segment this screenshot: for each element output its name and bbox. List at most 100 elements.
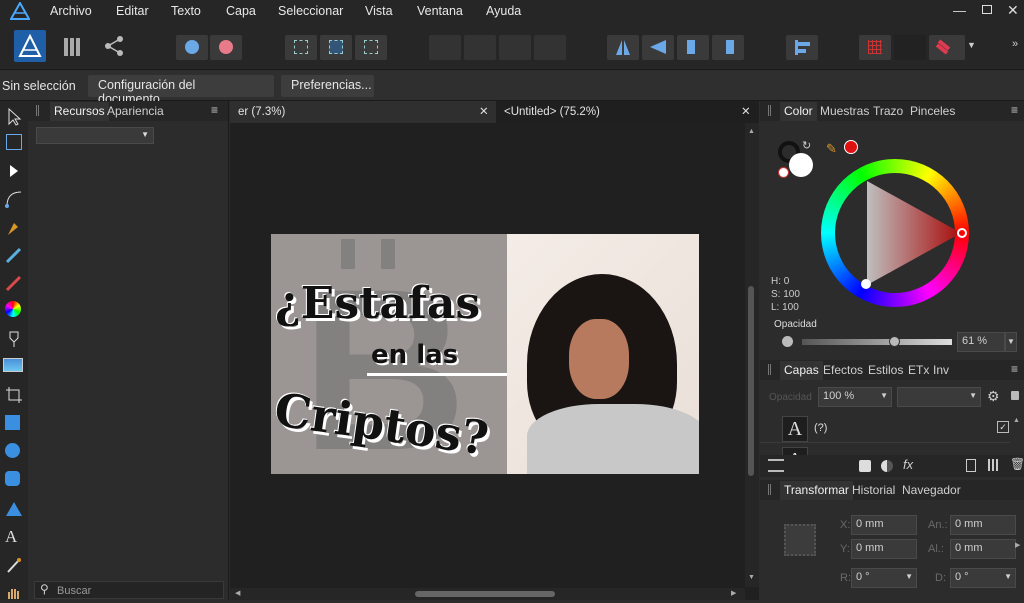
assets-category-dropdown[interactable]: ▼ <box>36 127 154 144</box>
fill-tool-icon[interactable] <box>5 301 21 317</box>
close-window-icon[interactable]: ✕ <box>1007 2 1019 19</box>
width-input[interactable]: 0 mm <box>950 515 1016 535</box>
menu-editar[interactable]: Editar <box>116 4 149 18</box>
adjustment-icon[interactable] <box>881 460 893 472</box>
boolean-divide-button[interactable] <box>534 35 566 60</box>
pen-tool-icon[interactable] <box>4 217 24 237</box>
tab-historial[interactable]: Historial <box>852 483 895 497</box>
close-tab-1-icon[interactable]: ✕ <box>479 101 489 123</box>
tab-transformar[interactable]: Transformar <box>780 481 853 500</box>
mask-icon[interactable] <box>859 460 871 472</box>
tab-inv[interactable]: Inv <box>933 363 949 377</box>
scroll-down-icon[interactable]: ▼ <box>748 574 755 581</box>
snap-button[interactable] <box>894 35 926 60</box>
layer-visibility-checkbox[interactable]: ✓ <box>997 421 1009 433</box>
tab-estilos[interactable]: Estilos <box>868 363 903 377</box>
x-input[interactable]: 0 mm <box>851 515 917 535</box>
document-tab-1[interactable]: er (7.3%) ✕ <box>230 101 496 123</box>
menu-seleccionar[interactable]: Seleccionar <box>278 4 343 18</box>
panel-menu-icon[interactable]: ≡ <box>1011 362 1018 376</box>
menu-ayuda[interactable]: Ayuda <box>486 4 521 18</box>
text-tool-icon[interactable]: A <box>5 527 25 547</box>
opacity-input[interactable]: 61 % <box>957 332 1005 352</box>
document-setup-button[interactable]: Configuración del documento... <box>88 75 274 106</box>
brush-tool-icon[interactable] <box>4 273 24 293</box>
artboard-tool-icon[interactable] <box>6 134 22 150</box>
fill-color-swatch[interactable] <box>789 153 813 177</box>
menu-ventana[interactable]: Ventana <box>417 4 463 18</box>
rounded-rect-tool-icon[interactable] <box>5 471 20 486</box>
designer-persona-button[interactable] <box>14 30 46 62</box>
recent-color-swatch[interactable] <box>844 140 858 154</box>
menu-texto[interactable]: Texto <box>171 4 201 18</box>
share-icon[interactable] <box>103 35 125 57</box>
opacity-dropdown[interactable]: ▼ <box>1005 332 1017 352</box>
tab-etx[interactable]: ETx <box>908 363 929 377</box>
scroll-left-icon[interactable]: ◀ <box>235 589 240 597</box>
boolean-add-button[interactable] <box>429 35 461 60</box>
menu-vista[interactable]: Vista <box>365 4 393 18</box>
vertical-scroll-thumb[interactable] <box>748 286 754 476</box>
document-tab-2[interactable]: <Untitled> (75.2%) ✕ <box>496 101 759 123</box>
opacity-slider-handle[interactable] <box>888 336 900 347</box>
tab-efectos[interactable]: Efectos <box>823 363 863 377</box>
rotate-right-button[interactable] <box>712 35 744 60</box>
height-input[interactable]: 0 mm <box>950 539 1016 559</box>
triangle-tool-icon[interactable] <box>4 499 24 519</box>
pencil-tool-icon[interactable] <box>4 245 24 265</box>
preferences-button[interactable]: Preferencias... <box>281 75 374 97</box>
layer-row[interactable]: A (?) ✓ <box>760 413 1010 443</box>
color-picker-icon[interactable]: ✎ <box>826 141 837 157</box>
rectangle-tool-icon[interactable] <box>5 415 20 430</box>
snapping-dropdown-icon[interactable]: ▼ <box>967 40 976 50</box>
minimize-icon[interactable]: — <box>953 3 966 18</box>
scroll-up-icon[interactable]: ▲ <box>1013 417 1020 424</box>
menu-archivo[interactable]: Archivo <box>50 4 92 18</box>
align-button[interactable] <box>786 35 818 60</box>
group-icon[interactable] <box>988 459 1000 471</box>
shear-input[interactable]: 0 ° ▼ <box>950 568 1016 588</box>
flip-h-button[interactable] <box>607 35 639 60</box>
node-tool-icon[interactable] <box>4 161 24 181</box>
arrange-button-2[interactable] <box>210 35 242 60</box>
hand-tool-icon[interactable] <box>4 583 24 603</box>
layer-row[interactable]: A <box>760 445 1010 455</box>
scroll-right-icon[interactable]: ▶ <box>731 589 736 597</box>
hue-wheel[interactable] <box>821 159 969 307</box>
rotate-left-button[interactable] <box>677 35 709 60</box>
new-layer-icon[interactable] <box>966 459 976 472</box>
toolbar-overflow-icon[interactable]: » <box>1012 38 1018 50</box>
pixel-persona-icon[interactable] <box>64 38 82 56</box>
boolean-subtract-button[interactable] <box>464 35 496 60</box>
tab-muestras[interactable]: Muestras <box>820 104 869 118</box>
tab-color[interactable]: Color <box>780 102 817 121</box>
arrange-button-1[interactable] <box>176 35 208 60</box>
blend-mode-dropdown[interactable]: ▼ <box>897 387 981 407</box>
ellipse-tool-icon[interactable] <box>5 443 20 458</box>
scroll-up-icon[interactable]: ▲ <box>748 128 755 135</box>
tab-pinceles[interactable]: Pinceles <box>910 104 955 118</box>
delete-layer-icon[interactable]: 🗑 <box>1010 457 1024 471</box>
maximize-icon[interactable] <box>982 5 992 14</box>
fx-icon[interactable]: fx <box>903 457 913 472</box>
assets-search-input[interactable]: ⚲ Buscar <box>34 581 224 599</box>
layer-settings-gear-icon[interactable]: ⚙ <box>987 388 1000 405</box>
grid-button[interactable] <box>859 35 891 60</box>
artboard-canvas[interactable]: B ¿Estafas en las Criptos? <box>271 234 699 474</box>
layer-opacity-dropdown[interactable]: 100 % ▼ <box>818 387 892 407</box>
vertical-scrollbar[interactable]: ▲ ▼ <box>745 123 759 587</box>
panel-menu-icon[interactable]: ≡ <box>211 103 218 117</box>
swap-colors-icon[interactable]: ↻ <box>802 139 811 152</box>
tab-recursos[interactable]: Recursos <box>50 102 109 121</box>
flip-v-button[interactable] <box>642 35 674 60</box>
saturation-triangle[interactable] <box>821 159 969 307</box>
rotation-input[interactable]: 0 ° ▼ <box>851 568 917 588</box>
menu-capa[interactable]: Capa <box>226 4 256 18</box>
snapping-magnet-button[interactable] <box>929 35 965 60</box>
eyedropper-tool-icon[interactable] <box>4 555 24 575</box>
place-image-tool-icon[interactable] <box>3 358 23 372</box>
tab-trazo[interactable]: Trazo <box>873 104 903 118</box>
select-all-button[interactable] <box>285 35 317 60</box>
saturation-handle[interactable] <box>861 279 871 289</box>
crop-tool-icon[interactable] <box>4 385 24 405</box>
